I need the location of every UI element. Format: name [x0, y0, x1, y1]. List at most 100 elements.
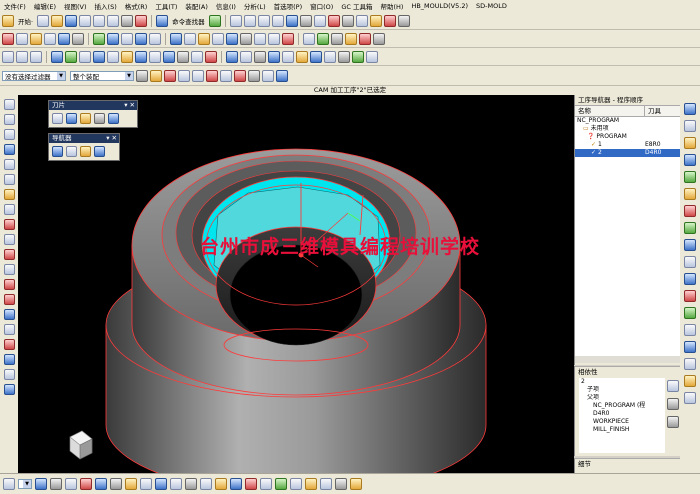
menu-gc-toolbox[interactable]: GC 工具箱 [337, 1, 376, 11]
collision-icon[interactable] [268, 50, 280, 63]
clip-icon[interactable] [200, 478, 212, 490]
roles-icon[interactable] [684, 307, 696, 319]
type-filter-select[interactable]: 没有选择过滤器 ▼ [2, 70, 66, 81]
text-icon[interactable] [3, 204, 15, 215]
copy-icon[interactable] [93, 14, 106, 27]
delete-object-icon[interactable] [282, 32, 294, 45]
web-browser-icon[interactable] [684, 256, 696, 268]
wireframe-icon[interactable] [313, 14, 326, 27]
control-point-icon[interactable] [192, 69, 204, 82]
annotation-icon[interactable] [335, 478, 347, 490]
section-icon[interactable] [327, 14, 340, 27]
tool-toolbar-title[interactable]: 刀片 ▾ ✕ [49, 101, 137, 110]
edit-curve-icon[interactable] [3, 294, 15, 305]
training-icon[interactable] [684, 375, 696, 387]
cut-object-icon[interactable] [240, 32, 252, 45]
command-finder-icon[interactable] [156, 14, 169, 27]
point-icon[interactable] [30, 50, 42, 63]
new-file-icon[interactable] [37, 14, 50, 27]
menu-sd-mold[interactable]: SD-MOLD [472, 2, 511, 10]
zoom-window-icon[interactable] [65, 478, 77, 490]
assign-icon[interactable] [345, 32, 357, 45]
snap-point-icon[interactable] [150, 69, 162, 82]
object-display-icon[interactable] [275, 478, 287, 490]
background-icon[interactable] [230, 478, 242, 490]
trim-icon[interactable] [3, 189, 15, 200]
shaded-icon[interactable] [299, 14, 312, 27]
material-icon[interactable] [397, 14, 410, 27]
search-icon[interactable] [667, 380, 679, 392]
intersection-icon[interactable] [206, 69, 218, 82]
navigator-toolbar-title[interactable]: 导航器 ▾ ✕ [49, 134, 119, 143]
undo-icon[interactable] [135, 14, 148, 27]
cavity-mill-icon[interactable] [65, 50, 77, 63]
bridge-icon[interactable] [3, 249, 15, 260]
fixed-contour-icon[interactable] [93, 50, 105, 63]
menu-window[interactable]: 窗口(O) [306, 1, 337, 11]
navigator-float-toolbar[interactable]: 导航器 ▾ ✕ [48, 133, 120, 161]
mcs-icon[interactable] [191, 50, 203, 63]
end-point-icon[interactable] [164, 69, 176, 82]
rect-select-icon[interactable] [262, 69, 274, 82]
assembly-navigator-icon[interactable] [684, 103, 696, 115]
create-tool-icon[interactable] [16, 32, 28, 45]
face-mill-icon[interactable] [107, 50, 119, 63]
generate-toolpath-icon[interactable] [93, 32, 105, 45]
iso-view-icon[interactable] [185, 478, 197, 490]
report-icon[interactable] [366, 50, 378, 63]
fit-view-icon[interactable] [229, 14, 242, 27]
note-icon[interactable] [350, 478, 362, 490]
postprocess-icon[interactable] [135, 32, 147, 45]
wcs-icon[interactable] [369, 14, 382, 27]
preference-icon[interactable] [215, 478, 227, 490]
tree-row-selected[interactable]: ✓ 2 D4R0 [575, 149, 681, 157]
history-icon[interactable] [684, 239, 696, 251]
library-icon[interactable] [338, 50, 350, 63]
check-icon[interactable] [359, 32, 371, 45]
menu-tools[interactable]: 工具(T) [151, 1, 181, 11]
program-view-icon[interactable] [170, 32, 182, 45]
paste-object-icon[interactable] [268, 32, 280, 45]
part-navigator-icon[interactable] [684, 120, 696, 132]
command-finder-button[interactable]: 命令查找器 [170, 16, 207, 26]
reverse-blank-icon[interactable] [260, 478, 272, 490]
open-file-icon[interactable] [51, 14, 64, 27]
tree-row[interactable]: ❓ PROGRAM [575, 133, 681, 141]
rectangle-icon[interactable] [3, 129, 15, 140]
wcs-display-icon[interactable] [305, 478, 317, 490]
gouge-check-icon[interactable] [254, 50, 266, 63]
filter-settings-icon[interactable] [136, 69, 148, 82]
transform-icon[interactable] [331, 32, 343, 45]
color-icon[interactable] [383, 14, 396, 27]
delete-icon[interactable] [121, 14, 134, 27]
tool-holder-icon[interactable] [108, 113, 119, 124]
top-view-icon[interactable] [155, 478, 167, 490]
machining-method-icon[interactable] [94, 146, 105, 157]
verify-toolpath-icon[interactable] [121, 32, 133, 45]
arrow-up-icon[interactable] [667, 398, 679, 410]
process-icon[interactable] [684, 188, 696, 200]
machine-navigator-icon[interactable] [684, 171, 696, 183]
create-method-icon[interactable] [44, 32, 56, 45]
measure-icon[interactable] [3, 324, 15, 335]
list-icon[interactable] [373, 32, 385, 45]
create-geometry-icon[interactable] [30, 32, 42, 45]
history-mode-icon[interactable] [684, 341, 696, 353]
ipw-icon[interactable] [310, 50, 322, 63]
paste-icon[interactable] [107, 14, 120, 27]
dep-row[interactable]: WORKPIECE [579, 418, 665, 426]
path-list-icon[interactable] [240, 50, 252, 63]
material-removal-icon[interactable] [296, 50, 308, 63]
details-panel[interactable]: 细节 [574, 458, 681, 474]
display-object-icon[interactable] [317, 32, 329, 45]
machine-view-icon[interactable] [184, 32, 196, 45]
dep-row[interactable]: NC_PROGRAM (程 [579, 402, 665, 410]
show-hide-icon[interactable] [245, 478, 257, 490]
project-curve-icon[interactable] [3, 234, 15, 245]
right-view-icon[interactable] [170, 478, 182, 490]
pan-icon[interactable] [257, 14, 270, 27]
copy-object-icon[interactable] [254, 32, 266, 45]
divide-icon[interactable] [3, 279, 15, 290]
solid-icon[interactable] [3, 384, 15, 395]
start-icon[interactable] [2, 14, 14, 27]
